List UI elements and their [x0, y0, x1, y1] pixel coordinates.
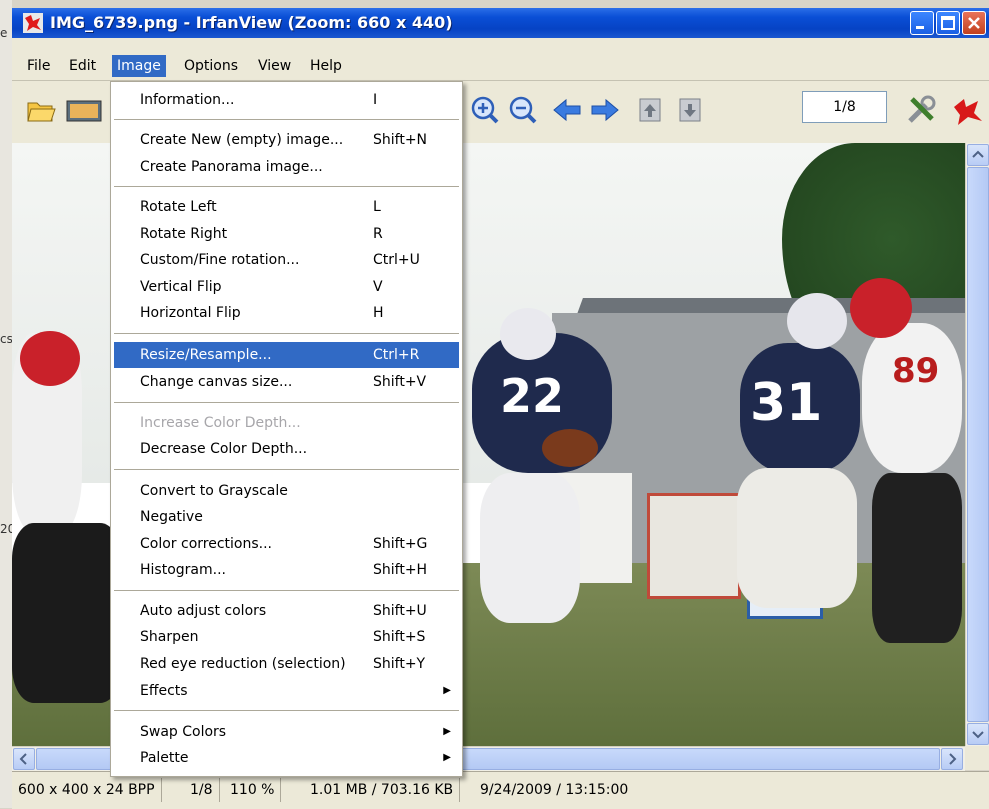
status-date: 9/24/2009 / 13:15:00 [480, 782, 629, 798]
menu-item-decrease-color-depth[interactable]: Decrease Color Depth... [114, 436, 459, 462]
maximize-button[interactable] [936, 11, 960, 35]
menu-item-resize-resample[interactable]: Resize/Resample... Ctrl+R [114, 342, 459, 368]
status-image-dimensions: 600 x 400 x 24 BPP [12, 778, 162, 802]
photo-player-left-legs [12, 523, 122, 703]
menu-item-negative[interactable]: Negative [114, 504, 459, 530]
menu-file[interactable]: File [22, 55, 55, 77]
desktop-edge-text: e [0, 26, 8, 40]
vertical-scroll-thumb[interactable] [967, 167, 989, 722]
thumbnails-icon[interactable] [66, 95, 102, 125]
status-file-size: 1.01 MB / 703.16 KB [304, 778, 461, 802]
close-button[interactable] [962, 11, 986, 35]
open-folder-icon[interactable] [26, 95, 56, 125]
photo-helmet [850, 278, 912, 338]
vertical-scrollbar[interactable] [965, 143, 989, 746]
menu-item-swap-colors[interactable]: Swap Colors ▶ [114, 719, 459, 745]
irfanview-app-icon[interactable] [22, 12, 44, 34]
menu-separator [114, 469, 459, 470]
previous-icon[interactable] [552, 95, 582, 125]
zoom-out-icon[interactable] [508, 95, 538, 125]
scroll-right-button[interactable] [941, 748, 963, 770]
photo-player-31: 31 [740, 343, 860, 473]
menu-item-increase-color-depth: Increase Color Depth... [140, 415, 301, 431]
menu-item-auto-adjust-colors[interactable]: Auto adjust colors Shift+U [114, 598, 459, 624]
menu-item-color-corrections[interactable]: Color corrections... Shift+G [114, 531, 459, 557]
title-bar[interactable]: IMG_6739.png - IrfanView (Zoom: 660 x 44… [12, 8, 989, 38]
jersey-number: 31 [750, 373, 823, 433]
minimize-button[interactable] [910, 11, 934, 35]
image-menu-dropdown: Information... I Create New (empty) imag… [110, 81, 463, 777]
photo-player-89: 89 [862, 323, 962, 473]
menu-item-histogram[interactable]: Histogram... Shift+H [114, 557, 459, 583]
menu-item-create-panorama[interactable]: Create Panorama image... [114, 154, 459, 180]
menu-bar: File Edit Image Options View Help [12, 52, 989, 81]
irfanview-cat-icon[interactable] [950, 93, 984, 127]
chevron-right-icon [949, 753, 957, 765]
menu-item-sharpen[interactable]: Sharpen Shift+S [114, 624, 459, 650]
submenu-arrow-icon: ▶ [443, 726, 451, 737]
window-title: IMG_6739.png - IrfanView (Zoom: 660 x 44… [50, 13, 453, 32]
scroll-left-button[interactable] [13, 748, 35, 770]
menu-separator [114, 186, 459, 187]
window-frame [12, 38, 989, 52]
menu-separator [114, 590, 459, 591]
menu-item-create-new-image[interactable]: Create New (empty) image... Shift+N [114, 127, 459, 153]
zoom-in-icon[interactable] [470, 95, 500, 125]
jersey-number: 22 [500, 369, 565, 423]
jersey-number: 89 [892, 351, 940, 391]
scrollbar-corner [965, 746, 989, 770]
menu-item-convert-grayscale[interactable]: Convert to Grayscale [114, 478, 459, 504]
first-page-icon[interactable] [636, 95, 666, 125]
photo-player-legs [737, 468, 857, 608]
menu-item-red-eye-reduction[interactable]: Red eye reduction (selection) Shift+Y [114, 651, 459, 677]
photo-helmet [20, 331, 80, 386]
chevron-down-icon [972, 731, 984, 739]
minimize-icon [916, 26, 924, 29]
status-page: 1/8 [184, 778, 220, 802]
menu-options[interactable]: Options [179, 55, 243, 77]
menu-item-effects[interactable]: Effects ▶ [114, 678, 459, 704]
menu-image[interactable]: Image [112, 55, 166, 77]
menu-item-rotate-left[interactable]: Rotate Left L [114, 194, 459, 220]
desktop-edge-text: cs [0, 332, 13, 346]
photo-helmet [500, 308, 556, 360]
menu-separator [114, 119, 459, 120]
menu-item-information[interactable]: Information... I [114, 87, 459, 113]
chevron-up-icon [972, 150, 984, 158]
close-icon [968, 17, 980, 29]
submenu-arrow-icon: ▶ [443, 685, 451, 696]
maximize-icon [941, 16, 955, 30]
photo-football [542, 429, 598, 467]
menu-item-vertical-flip[interactable]: Vertical Flip V [114, 274, 459, 300]
menu-item-palette[interactable]: Palette ▶ [114, 745, 459, 771]
menu-separator [114, 710, 459, 711]
status-zoom: 110 % [224, 778, 282, 802]
photo-sign [647, 493, 741, 599]
submenu-arrow-icon: ▶ [443, 752, 451, 763]
settings-tools-icon[interactable] [904, 93, 938, 127]
menu-item-change-canvas-size[interactable]: Change canvas size... Shift+V [114, 369, 459, 395]
menu-view[interactable]: View [253, 55, 296, 77]
last-page-icon[interactable] [676, 95, 706, 125]
next-icon[interactable] [590, 95, 620, 125]
chevron-left-icon [19, 753, 27, 765]
scroll-up-button[interactable] [967, 144, 989, 166]
photo-player-legs [480, 473, 580, 623]
menu-edit[interactable]: Edit [64, 55, 101, 77]
page-indicator-field[interactable]: 1/8 [802, 91, 887, 123]
menu-separator [114, 402, 459, 403]
scroll-down-button[interactable] [967, 723, 989, 745]
menu-item-horizontal-flip[interactable]: Horizontal Flip H [114, 300, 459, 326]
photo-helmet [787, 293, 847, 349]
menu-separator [114, 333, 459, 334]
photo-player-legs [872, 473, 962, 643]
menu-item-custom-rotation[interactable]: Custom/Fine rotation... Ctrl+U [114, 247, 459, 273]
menu-item-rotate-right[interactable]: Rotate Right R [114, 221, 459, 247]
menu-help[interactable]: Help [305, 55, 347, 77]
desktop-edge: e cs 20 [0, 0, 15, 808]
